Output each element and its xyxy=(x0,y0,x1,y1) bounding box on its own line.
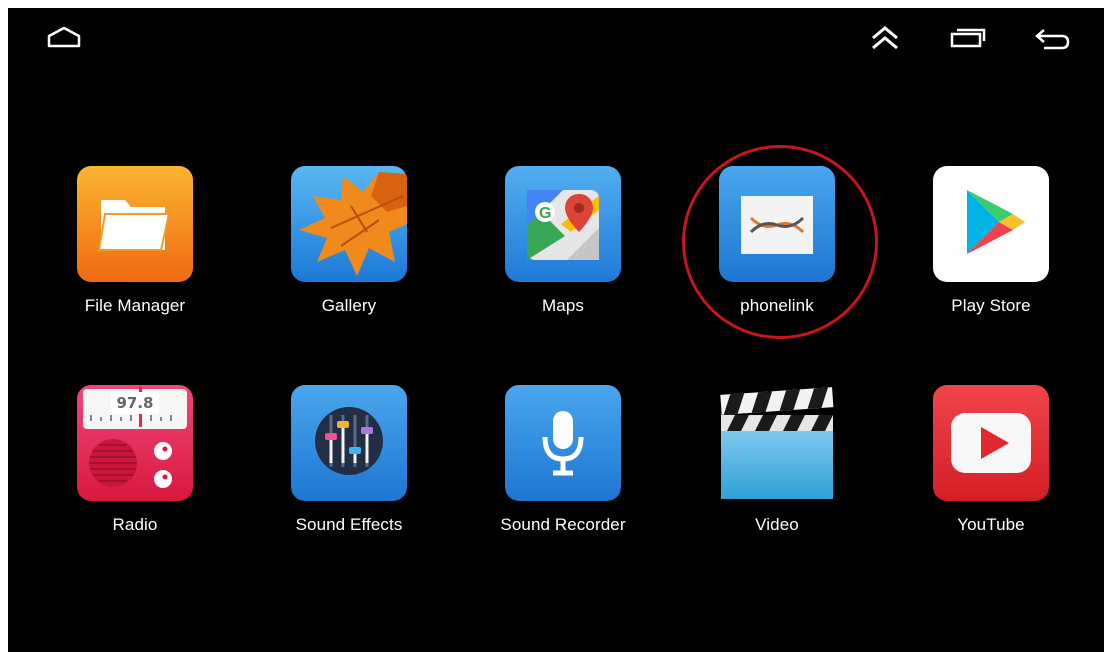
recent-apps-button[interactable] xyxy=(948,22,988,54)
radio-icon: 97.8 xyxy=(77,385,193,501)
app-radio[interactable]: 97.8 Radio xyxy=(45,385,225,575)
app-youtube[interactable]: YouTube xyxy=(901,385,1081,575)
app-label: Sound Recorder xyxy=(500,515,626,534)
home-button[interactable] xyxy=(44,22,84,54)
back-arrow-icon xyxy=(1035,29,1070,50)
app-maps[interactable]: G Maps xyxy=(473,166,653,356)
app-label: phonelink xyxy=(740,296,814,315)
app-label: Video xyxy=(755,515,799,534)
youtube-icon xyxy=(933,385,1049,501)
folder-icon xyxy=(77,166,193,282)
microphone-icon xyxy=(505,385,621,501)
clapperboard-icon xyxy=(719,385,835,501)
play-store-icon xyxy=(933,166,1049,282)
app-file-manager[interactable]: File Manager xyxy=(45,166,225,356)
app-label: Sound Effects xyxy=(295,515,403,534)
app-play-store[interactable]: Play Store xyxy=(901,166,1081,356)
app-phonelink[interactable]: phonelink xyxy=(687,166,867,356)
app-label: File Manager xyxy=(84,296,186,315)
android-home-screen: File Manager Gallery G Maps phonelink Pl… xyxy=(8,8,1104,652)
app-label: Radio xyxy=(112,515,158,534)
phonelink-icon xyxy=(719,166,835,282)
maple-leaf-icon xyxy=(291,166,407,282)
svg-text:G: G xyxy=(539,205,551,222)
app-label: Play Store xyxy=(951,296,1031,315)
radio-frequency-display: 97.8 xyxy=(111,392,159,414)
app-gallery[interactable]: Gallery xyxy=(259,166,439,356)
app-video[interactable]: Video xyxy=(687,385,867,575)
double-chevron-up-icon xyxy=(872,26,898,50)
google-maps-icon: G xyxy=(505,166,621,282)
back-button[interactable] xyxy=(1032,22,1072,54)
app-sound-effects[interactable]: Sound Effects xyxy=(259,385,439,575)
home-outline-icon xyxy=(47,26,81,48)
app-label: YouTube xyxy=(957,515,1025,534)
app-label: Gallery xyxy=(321,296,377,315)
app-sound-recorder[interactable]: Sound Recorder xyxy=(473,385,653,575)
equalizer-icon xyxy=(291,385,407,501)
app-label: Maps xyxy=(542,296,584,315)
expand-up-button[interactable] xyxy=(865,22,905,54)
recent-apps-icon xyxy=(950,28,986,48)
